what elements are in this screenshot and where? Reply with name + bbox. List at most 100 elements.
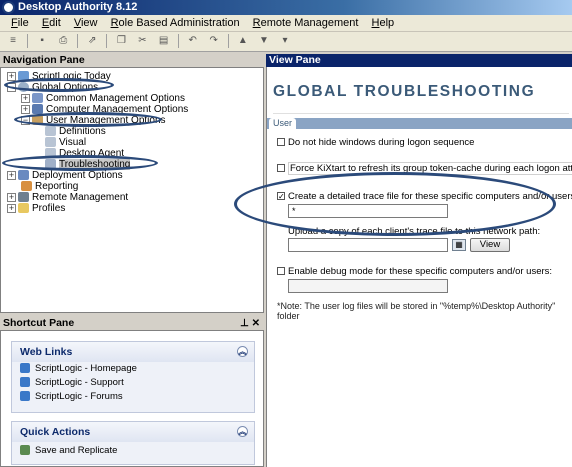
- force-kixtart-checkbox[interactable]: [277, 164, 285, 173]
- option-label: Force KiXtart to refresh its group token…: [288, 162, 572, 175]
- pin-close-icons[interactable]: ⊥ ✕: [240, 317, 260, 330]
- replicate-icon[interactable]: ⇗: [85, 34, 99, 48]
- web-link-icon: [20, 363, 30, 374]
- paste-icon[interactable]: ▤: [157, 34, 171, 48]
- web-links-title: Web Links: [20, 346, 73, 358]
- toolbar: ≡ ▪ ⎙ ⇗ ❐ ✂ ▤ ↶ ↷ ▲ ▼ ▾: [0, 32, 572, 52]
- menu-bar: File Edit View Role Based Administration…: [0, 15, 572, 32]
- reporting-icon: [21, 181, 32, 192]
- deployment-icon: [18, 170, 29, 181]
- link-homepage[interactable]: ScriptLogic - Homepage: [12, 362, 254, 376]
- save-replicate-icon: [20, 445, 30, 456]
- tree-item-label: Troubleshooting: [59, 159, 131, 170]
- option-hide-windows[interactable]: Do not hide windows during logon sequenc…: [277, 137, 474, 148]
- expand-icon[interactable]: +: [7, 170, 16, 180]
- troubleshooting-icon: [45, 159, 56, 170]
- link-label: ScriptLogic - Support: [35, 377, 124, 388]
- properties-icon[interactable]: ≡: [6, 34, 20, 48]
- quick-actions-title: Quick Actions: [20, 426, 91, 438]
- navigation-pane-title: Navigation Pane: [3, 54, 85, 66]
- tree-item-label: Desktop Agent: [59, 148, 125, 159]
- menu-role-based-administration[interactable]: Role Based Administration: [106, 15, 245, 32]
- tree-item-profiles[interactable]: + Profiles: [7, 203, 65, 215]
- section-tab-bar: User: [267, 118, 572, 129]
- link-label: Save and Replicate: [35, 445, 118, 456]
- menu-view[interactable]: View: [69, 15, 103, 32]
- calendar-icon: [18, 71, 29, 82]
- window-title: Desktop Authority 8.12: [18, 1, 138, 13]
- tab-user[interactable]: User: [269, 118, 297, 129]
- dropdown-arrow-icon[interactable]: ▾: [278, 34, 292, 48]
- collapse-chevron-icon[interactable]: ︽: [237, 426, 248, 437]
- remote-icon: [18, 192, 29, 203]
- link-forums[interactable]: ScriptLogic - Forums: [12, 390, 254, 404]
- tree-item-label: Definitions: [59, 126, 106, 137]
- trace-file-checkbox[interactable]: ✓: [277, 192, 285, 201]
- tree-item-label: Remote Management: [32, 192, 129, 203]
- web-links-panel: Web Links ︽ ScriptLogic - Homepage Scrip…: [11, 341, 255, 413]
- web-links-header[interactable]: Web Links ︽: [12, 342, 254, 362]
- link-save-and-replicate[interactable]: Save and Replicate: [12, 444, 254, 458]
- toolbar-separator: [77, 34, 79, 48]
- debug-users-field[interactable]: [288, 279, 448, 293]
- tree-item-label: Common Management Options: [46, 93, 185, 104]
- menu-remote-management[interactable]: Remote Management: [248, 15, 364, 32]
- menu-edit[interactable]: Edit: [37, 15, 66, 32]
- save-icon[interactable]: ▪: [35, 34, 49, 48]
- print-icon[interactable]: ⎙: [56, 34, 70, 48]
- shortcut-pane: Web Links ︽ ScriptLogic - Homepage Scrip…: [0, 330, 264, 467]
- copy-icon[interactable]: ❐: [114, 34, 128, 48]
- undo-icon[interactable]: ↶: [186, 34, 200, 48]
- navigation-pane-header: Navigation Pane: [0, 54, 264, 67]
- web-link-icon: [20, 391, 30, 402]
- folder-icon: [18, 203, 29, 214]
- options-icon: [32, 93, 43, 104]
- toolbar-separator: [227, 34, 229, 48]
- menu-file[interactable]: File: [6, 15, 34, 32]
- quick-actions-panel: Quick Actions ︽ Save and Replicate: [11, 421, 255, 465]
- view-pane-title: View Pane: [269, 54, 321, 66]
- trace-users-field[interactable]: *: [288, 204, 448, 218]
- title-bar: Desktop Authority 8.12: [0, 0, 572, 15]
- debug-mode-checkbox[interactable]: [277, 267, 285, 276]
- upload-path-field[interactable]: [288, 238, 448, 252]
- tree-item-label: Global Options: [32, 82, 99, 93]
- user-icon: [32, 115, 43, 126]
- quick-actions-header[interactable]: Quick Actions ︽: [12, 422, 254, 442]
- move-up-icon[interactable]: ▲: [236, 34, 250, 48]
- view-pane-header: View Pane: [266, 54, 572, 67]
- hide-windows-checkbox[interactable]: [277, 138, 285, 147]
- tree-item-label: Computer Management Options: [46, 104, 189, 115]
- app-logo-icon: [2, 1, 15, 14]
- globe-icon: [18, 82, 29, 93]
- definitions-icon: [45, 126, 56, 137]
- upload-path-label: Upload a copy of each client's trace fil…: [288, 226, 541, 237]
- link-support[interactable]: ScriptLogic - Support: [12, 376, 254, 390]
- browse-folder-icon[interactable]: ▦: [452, 239, 466, 251]
- option-force-kixtart[interactable]: Force KiXtart to refresh its group token…: [277, 162, 572, 175]
- toolbar-separator: [177, 34, 179, 48]
- collapse-icon[interactable]: −: [7, 82, 16, 92]
- collapse-icon[interactable]: −: [21, 115, 30, 125]
- option-debug-mode[interactable]: Enable debug mode for these specific com…: [277, 266, 552, 277]
- expand-icon[interactable]: +: [21, 93, 30, 103]
- tree-item-label: Reporting: [35, 181, 79, 192]
- shortcut-pane-header: Shortcut Pane ⊥ ✕: [0, 317, 264, 330]
- tree-item-label: Deployment Options: [32, 170, 123, 181]
- web-link-icon: [20, 377, 30, 388]
- storage-note: *Note: The user log files will be stored…: [277, 301, 556, 321]
- menu-help[interactable]: Help: [367, 15, 400, 32]
- expand-icon[interactable]: +: [7, 203, 16, 213]
- expand-icon[interactable]: +: [7, 192, 16, 202]
- option-trace-file[interactable]: ✓ Create a detailed trace file for these …: [277, 191, 572, 202]
- expand-icon[interactable]: +: [21, 104, 30, 114]
- option-label: Create a detailed trace file for these s…: [288, 191, 572, 202]
- collapse-chevron-icon[interactable]: ︽: [237, 346, 248, 357]
- view-button[interactable]: View: [470, 238, 510, 252]
- move-down-icon[interactable]: ▼: [257, 34, 271, 48]
- redo-icon[interactable]: ↷: [207, 34, 221, 48]
- computer-icon: [32, 104, 43, 115]
- visual-icon: [45, 137, 56, 148]
- cut-icon[interactable]: ✂: [136, 34, 150, 48]
- expand-icon[interactable]: +: [7, 71, 16, 81]
